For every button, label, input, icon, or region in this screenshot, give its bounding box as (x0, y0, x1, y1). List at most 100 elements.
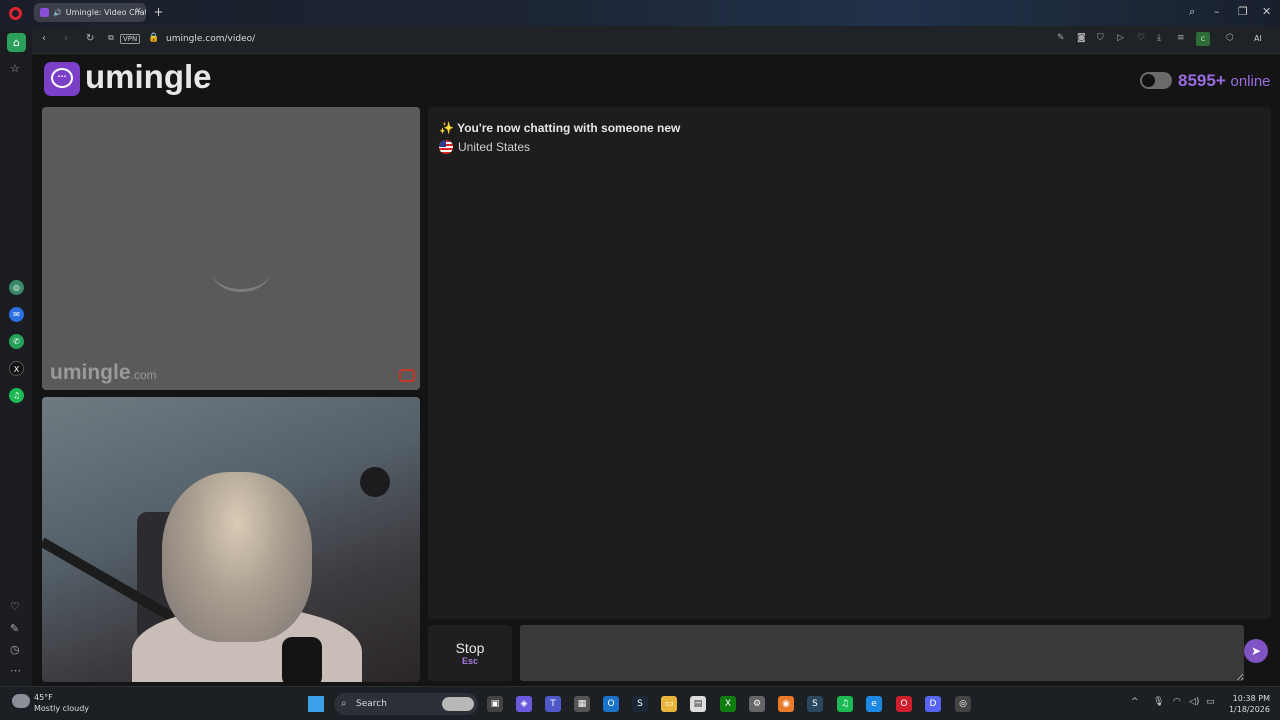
stop-button[interactable]: Stop Esc (428, 625, 512, 681)
history-icon[interactable]: ◷ (10, 643, 20, 656)
browser-tab-bar: 🔊 Umingle: Video Chat × + ⌕ – ❐ ✕ (0, 0, 1280, 26)
system-message: ✨ You're now chatting with someone new (439, 121, 680, 135)
self-video (42, 397, 420, 682)
steam-alt-icon[interactable]: S (807, 696, 823, 712)
discord-icon[interactable]: D (925, 696, 941, 712)
weather-widget[interactable]: 45°F Mostly cloudy (34, 692, 89, 714)
lock-icon[interactable]: 🔒 (148, 33, 159, 43)
xbox-icon[interactable]: X (720, 696, 736, 712)
url-field[interactable]: umingle.com/video/ (166, 34, 255, 44)
copilot-icon[interactable]: ◈ (516, 696, 532, 712)
weather-desc: Mostly cloudy (34, 704, 89, 713)
send-button[interactable]: ➤ (1244, 639, 1268, 663)
spotify-icon[interactable]: ♫ (9, 388, 24, 403)
chat-input[interactable] (520, 625, 1244, 681)
temperature: 45°F (34, 693, 53, 702)
background-lamp (360, 467, 390, 497)
task-view-icon[interactable]: ▣ (487, 696, 503, 712)
close-tab-icon[interactable]: × (134, 6, 142, 16)
file-explorer-icon[interactable]: ▭ (661, 696, 677, 712)
forward-icon[interactable]: › (64, 33, 68, 44)
taskbar-search[interactable]: ⌕ Search (334, 693, 478, 715)
watermark-suffix: .com (130, 368, 157, 382)
edge-icon[interactable]: e (866, 696, 882, 712)
mic-tray-icon[interactable]: 🎙 (1153, 697, 1164, 707)
home-icon[interactable]: ⌂ (7, 33, 26, 52)
page-content: ··· umingle 8595+ online umingle.com ✨ Y… (32, 54, 1280, 708)
tab-umingle[interactable]: 🔊 Umingle: Video Chat × (34, 3, 146, 22)
download-icon[interactable]: ⤓ (1157, 33, 1161, 43)
chatgpt-icon[interactable]: ◎ (9, 280, 24, 295)
extension-c-icon[interactable]: c (1196, 32, 1210, 46)
watermark-text: umingle (50, 361, 131, 384)
stranger-video: umingle.com (42, 107, 420, 390)
search-label: Search (356, 699, 387, 709)
camera-icon[interactable]: ◙ (1077, 33, 1086, 43)
menu-icon[interactable]: ≡ (1177, 33, 1185, 43)
umingle-favicon-icon (40, 8, 49, 17)
heart-sidebar-icon[interactable]: ♡ (10, 600, 20, 613)
messenger-icon[interactable]: ✉ (9, 307, 24, 322)
back-icon[interactable]: ‹ (42, 33, 46, 44)
clock-date: 1/18/2026 (1228, 705, 1270, 714)
steam-icon[interactable]: S (632, 696, 648, 712)
online-counter: 8595+ online (1178, 71, 1271, 91)
chatgpt-taskbar-icon[interactable]: ◎ (955, 696, 971, 712)
umingle-logo-icon[interactable]: ··· (44, 62, 80, 96)
weather-icon[interactable] (12, 694, 30, 708)
new-tab-button[interactable]: + (152, 6, 165, 19)
video-watermark: umingle.com (50, 361, 157, 385)
theme-toggle[interactable] (1140, 72, 1172, 89)
search-icon: ⌕ (341, 698, 347, 709)
stop-label: Stop (455, 640, 485, 656)
whatsapp-icon[interactable]: ✆ (9, 334, 24, 349)
spotify-taskbar-icon[interactable]: ♫ (837, 696, 853, 712)
country-name: United States (458, 140, 531, 154)
reload-icon[interactable]: ↻ (86, 33, 94, 44)
start-button[interactable] (308, 696, 324, 712)
box-icon[interactable]: ⬡ (1226, 33, 1234, 43)
ai-button[interactable]: AI (1254, 34, 1262, 43)
store-icon[interactable]: ▦ (574, 696, 590, 712)
clock-time: 10:38 PM (1232, 694, 1270, 703)
volume-icon[interactable]: ◁) (1189, 697, 1199, 707)
notepad-icon[interactable]: ▤ (690, 696, 706, 712)
snapshot-icon[interactable]: ⧉ (108, 33, 114, 43)
pencil-icon[interactable]: ✎ (10, 622, 19, 635)
online-count: 8595+ (1178, 71, 1226, 90)
blender-icon[interactable]: ◉ (778, 696, 794, 712)
minimize-button[interactable]: – (1214, 5, 1220, 18)
play-icon[interactable]: ▷ (1117, 33, 1124, 43)
person-head (162, 472, 312, 642)
windows-taskbar: 45°F Mostly cloudy ⌕ Search ▣ ◈ T ▦ O S … (0, 686, 1280, 720)
more-icon[interactable]: ⋯ (10, 664, 21, 677)
search-tabs-icon[interactable]: ⌕ (1189, 5, 1195, 19)
report-flag-icon[interactable] (399, 369, 415, 382)
us-flag-icon (439, 140, 453, 154)
tray-chevron-icon[interactable]: ^ (1131, 697, 1139, 707)
heart-icon[interactable]: ♡ (1137, 33, 1145, 43)
restore-button[interactable]: ❐ (1238, 5, 1248, 18)
speaker-icon[interactable]: 🔊 (53, 9, 62, 17)
star-icon[interactable]: ☆ (10, 62, 20, 75)
outlook-icon[interactable]: O (603, 696, 619, 712)
stranger-country: United States (439, 140, 530, 154)
wifi-icon[interactable]: ◠ (1173, 697, 1181, 707)
address-bar: ‹ › ↻ ⧉ VPN 🔒 umingle.com/video/ ✎ ◙ ⛉ ▷… (32, 26, 1280, 54)
opera-taskbar-icon[interactable]: O (896, 696, 912, 712)
shield-icon[interactable]: ⛉ (1097, 33, 1104, 43)
loading-spinner-icon (212, 252, 270, 292)
x-icon[interactable]: X (9, 361, 24, 376)
battery-icon[interactable]: ▭ (1206, 697, 1215, 707)
microphone (282, 637, 322, 682)
edit-icon[interactable]: ✎ (1057, 33, 1065, 43)
vpn-badge[interactable]: VPN (120, 34, 141, 44)
browser-sidebar: ⌂ ☆ ◎ ✉ ✆ X ♫ ♡ ✎ ◷ ⋯ (0, 26, 32, 686)
close-window-button[interactable]: ✕ (1262, 5, 1271, 18)
clock[interactable]: 10:38 PM 1/18/2026 (1226, 693, 1270, 715)
site-logo-text[interactable]: umingle (85, 58, 212, 96)
opera-logo-icon[interactable] (9, 7, 22, 20)
settings-icon[interactable]: ⚙ (749, 696, 765, 712)
system-message-text: You're now chatting with someone new (457, 121, 681, 135)
teams-icon[interactable]: T (545, 696, 561, 712)
